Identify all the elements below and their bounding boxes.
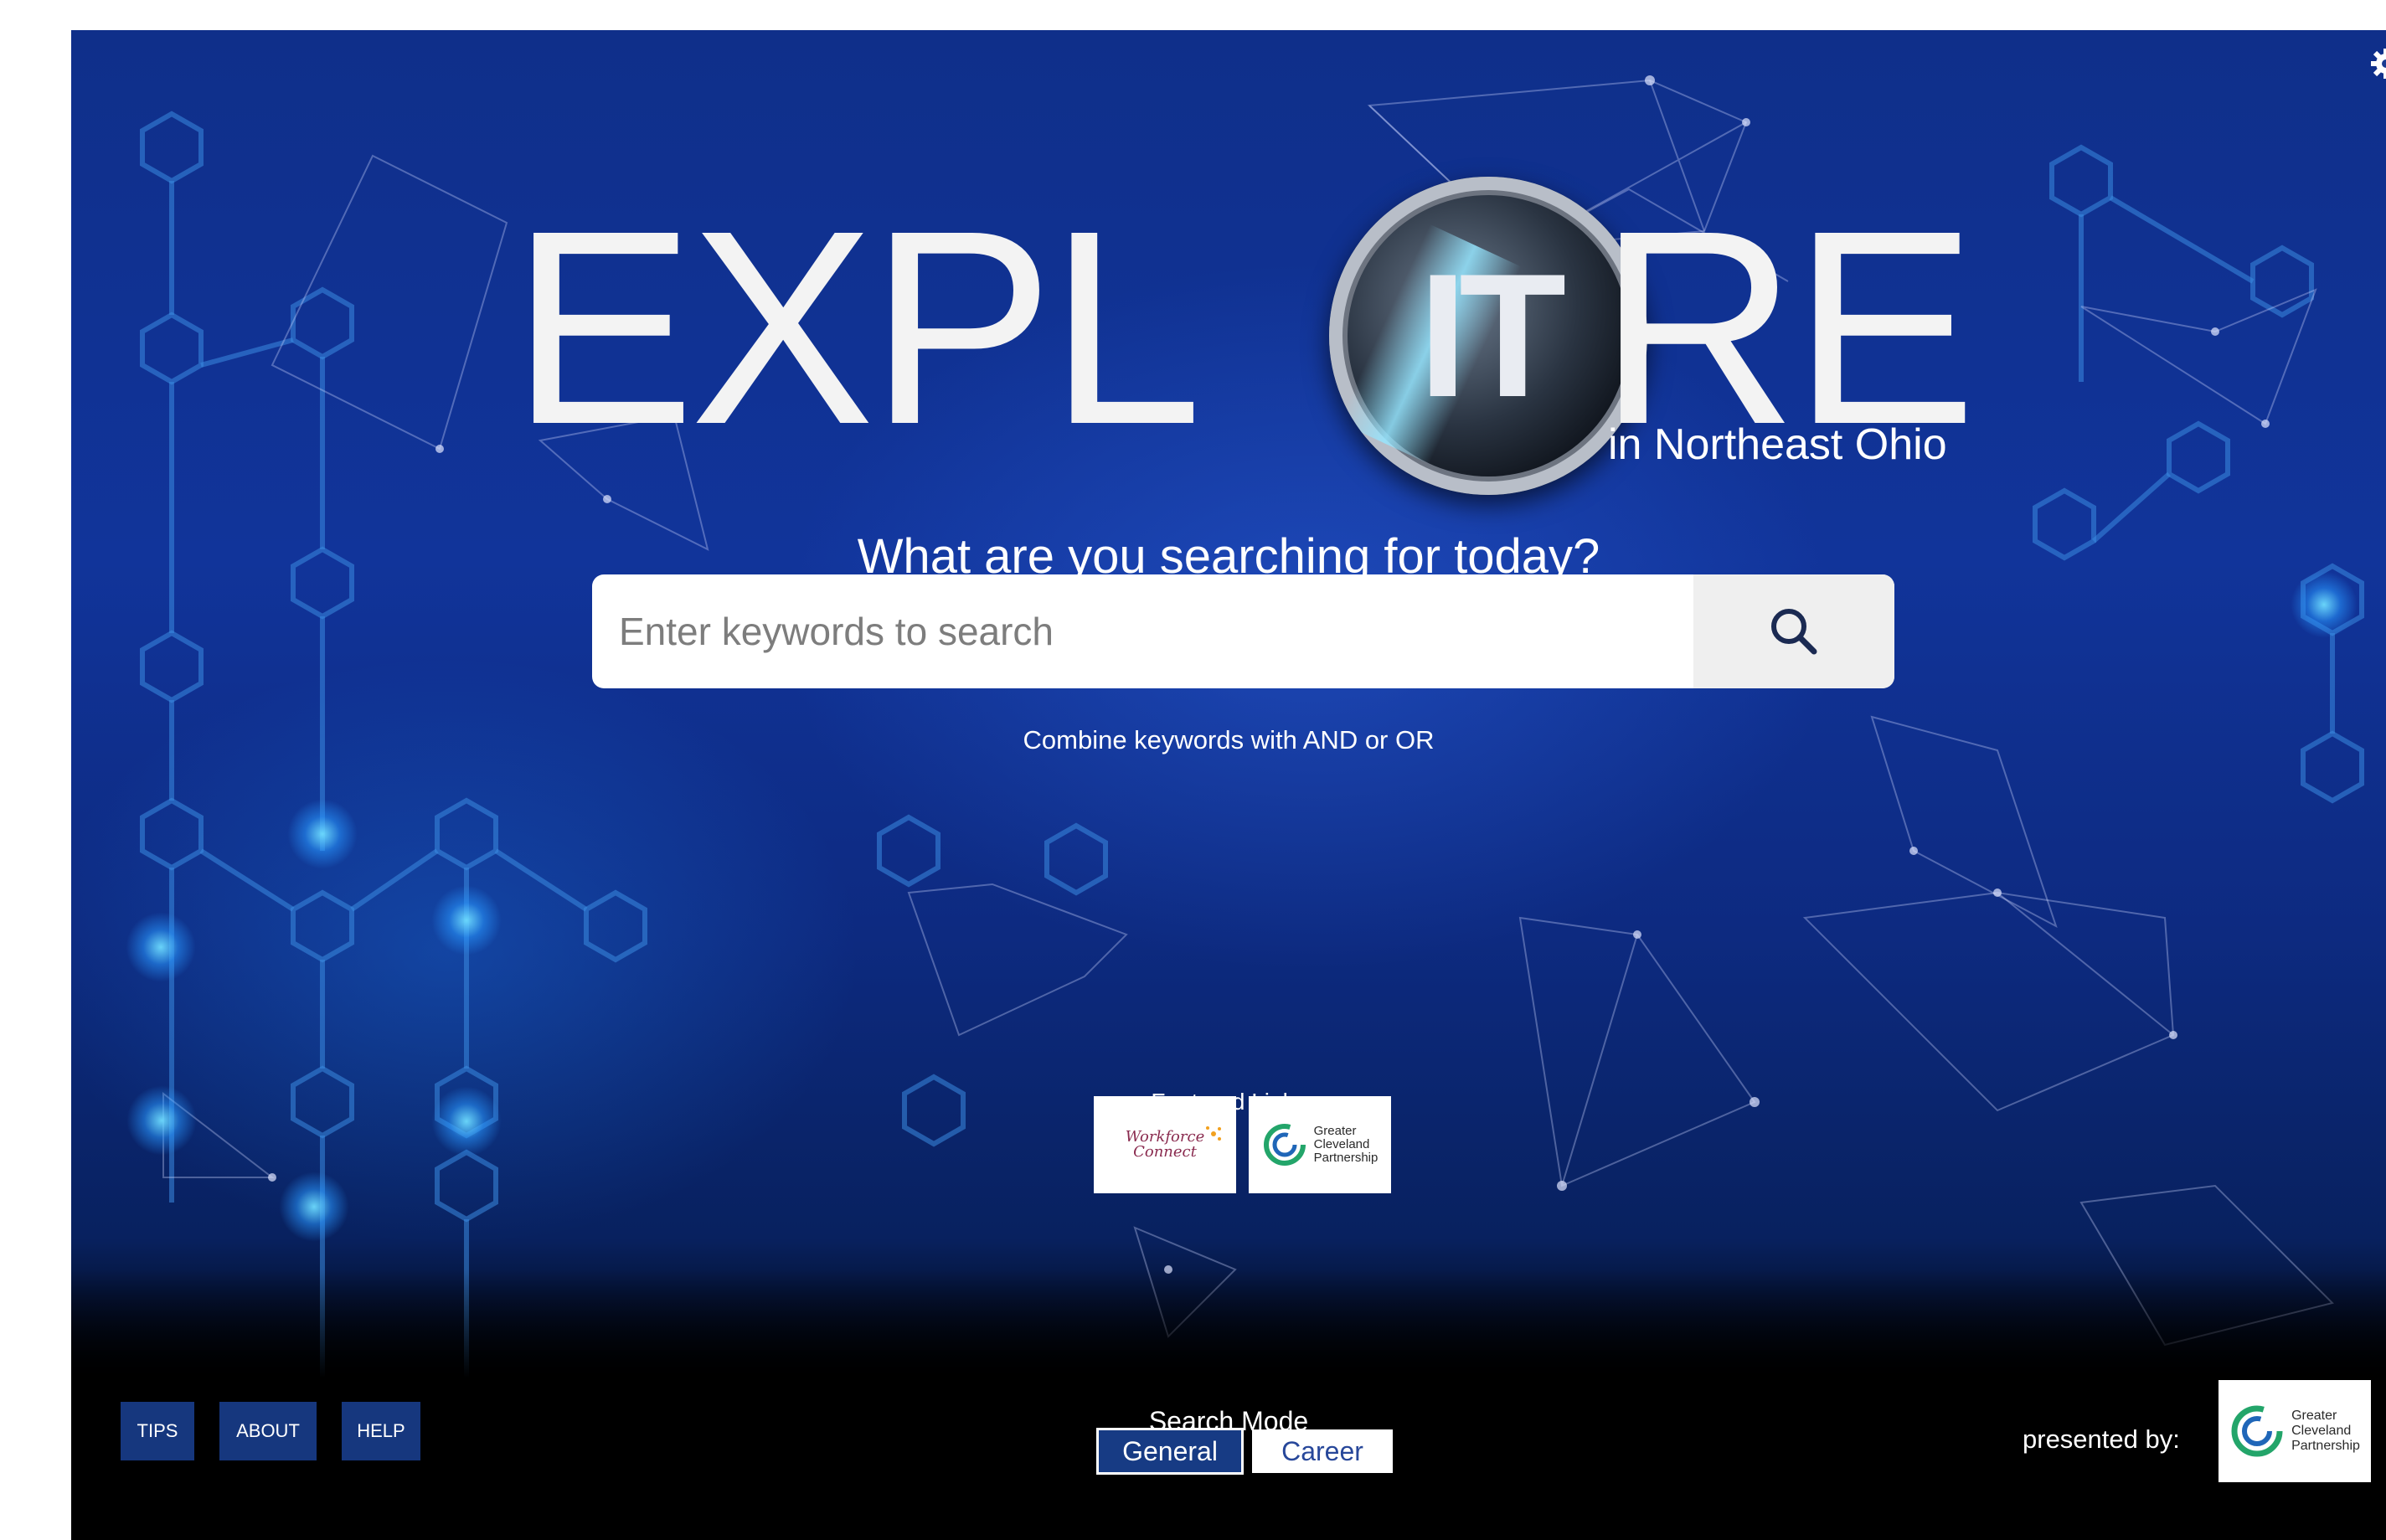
presenter-logo-greater-cleveland-partnership[interactable]: Greater Cleveland Partnership [2219, 1380, 2371, 1482]
featured-link-line: Cleveland [1313, 1137, 1370, 1151]
search-input[interactable] [592, 574, 1689, 688]
gear-icon[interactable] [2368, 47, 2386, 80]
background-glow [279, 1172, 349, 1242]
search-icon [1771, 609, 1817, 655]
presenter-line: Partnership [2291, 1439, 2360, 1453]
logo-text-left: EXPL [511, 173, 1203, 482]
gcp-logo-icon [1263, 1124, 1306, 1166]
presenter-line: Greater [2291, 1409, 2337, 1423]
featured-link-greater-cleveland-partnership[interactable]: Greater Cleveland Partnership [1249, 1096, 1391, 1193]
featured-link-line: Partnership [1313, 1151, 1379, 1165]
featured-link-line: Greater [1313, 1124, 1357, 1138]
presented-by-label: presented by: [2023, 1424, 2180, 1454]
background-glow [126, 912, 196, 982]
gcp-logo-text: Greater Cleveland Partnership [1314, 1125, 1379, 1165]
logo-tagline: in Northeast Ohio [1608, 420, 1947, 469]
background-glow [431, 885, 502, 955]
gcp-logo-icon [2231, 1405, 2283, 1457]
featured-link-line: Connect [1133, 1143, 1197, 1161]
search-mode-general-button[interactable]: General [1096, 1428, 1244, 1475]
logo-text-right: RE [1598, 173, 1976, 482]
search-hint: Combine keywords with AND or OR [1023, 725, 1435, 755]
gcp-logo-text: Greater Cleveland Partnership [2291, 1409, 2360, 1454]
sparkle-icon [1206, 1126, 1222, 1141]
search-mode-career-button[interactable]: Career [1252, 1429, 1393, 1473]
search-button[interactable] [1693, 574, 1894, 688]
workforce-connect-logo: Workforce Connect [1126, 1126, 1222, 1161]
app-window: EXPL IT RE in Northeast Ohio What are yo… [71, 30, 2386, 1540]
featured-link-workforce-connect[interactable]: Workforce Connect [1094, 1096, 1236, 1193]
presenter-line: Cleveland [2291, 1424, 2352, 1438]
search-bar [592, 574, 1894, 688]
background-glow [287, 799, 358, 869]
